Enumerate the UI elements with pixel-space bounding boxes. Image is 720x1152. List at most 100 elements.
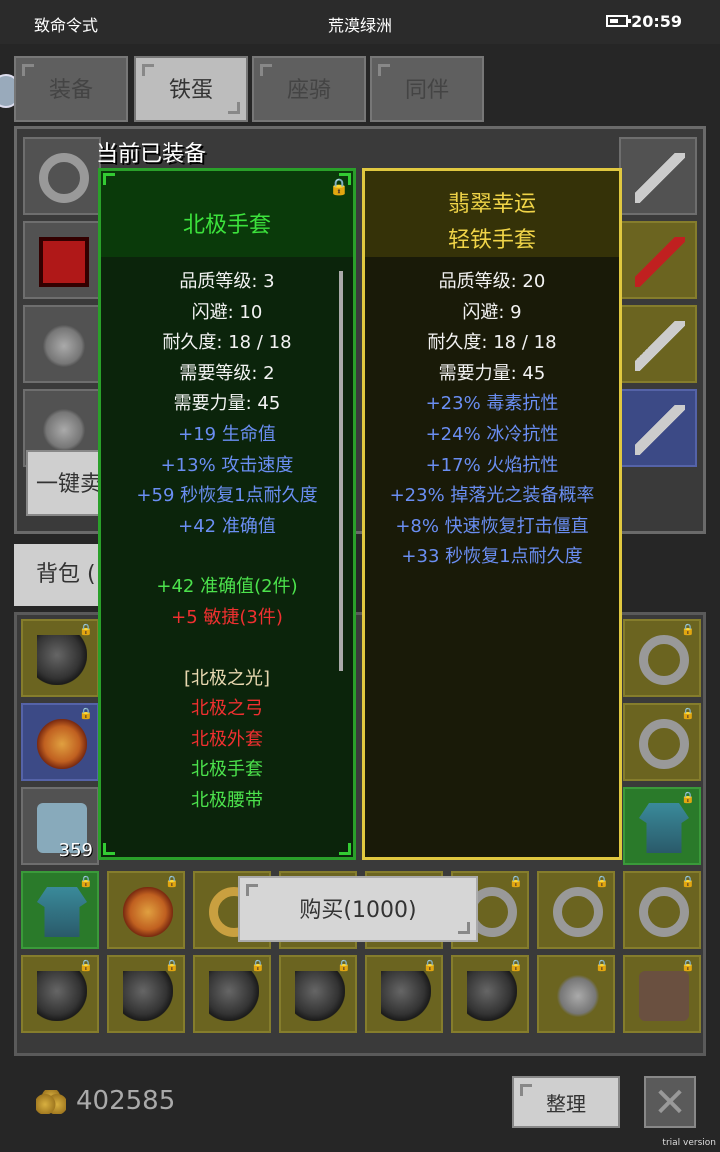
armor-icon xyxy=(37,719,87,769)
gold-amount: 402585 xyxy=(76,1086,176,1116)
equip-slot-ring[interactable] xyxy=(23,137,101,215)
chest-armor-icon xyxy=(553,971,603,1021)
item-name: 北极手套 xyxy=(101,171,353,257)
bonus-line: +19 生命值 xyxy=(178,423,276,445)
item-count: 359 xyxy=(58,840,93,861)
bag-slot[interactable]: 🔒 xyxy=(537,955,615,1033)
bag-slot[interactable]: 🔒 xyxy=(365,955,443,1033)
ring-icon xyxy=(639,887,689,937)
stat-line: 需要力量: 45 xyxy=(173,393,281,415)
lock-icon: 🔒 xyxy=(423,959,437,972)
stat-line: 需要力量: 45 xyxy=(438,362,546,384)
equip-slot-helmet[interactable] xyxy=(23,305,101,383)
stat-line: 耐久度: 18 / 18 xyxy=(162,332,292,354)
buy-button[interactable]: 购买(1000) xyxy=(238,876,478,942)
set-piece: 北极腰带 xyxy=(191,789,263,811)
shield-icon xyxy=(39,237,89,287)
lock-icon: 🔒 xyxy=(165,875,179,888)
item-name-text: 北极手套 xyxy=(182,213,271,238)
lock-icon: 🔒 xyxy=(165,959,179,972)
stat-line: 耐久度: 18 / 18 xyxy=(427,332,557,354)
tab-label: 座骑 xyxy=(286,78,331,103)
bag-slot[interactable]: 🔒 xyxy=(21,619,99,697)
set-piece: 北极之弓 xyxy=(191,698,263,720)
set-piece: 北极手套 xyxy=(191,759,263,781)
sort-label: 整理 xyxy=(546,1092,586,1116)
tab-companion[interactable]: 同伴 xyxy=(370,56,484,122)
bag-slot[interactable]: 🔒 xyxy=(623,619,701,697)
bag-slot[interactable]: 🔒 xyxy=(279,955,357,1033)
tab-mount[interactable]: 座骑 xyxy=(252,56,366,122)
bag-slot[interactable]: 🔒 xyxy=(537,871,615,949)
lock-icon: 🔒 xyxy=(681,791,695,804)
bonus-line: +23% 掉落光之装备概率 xyxy=(389,485,595,507)
bag-slot[interactable]: 🔒 xyxy=(193,955,271,1033)
set-bonus-active: +42 准确值(2件) xyxy=(156,576,298,598)
ring-icon xyxy=(639,719,689,769)
armor-icon xyxy=(123,887,173,937)
equip-slot-staff[interactable] xyxy=(619,305,697,383)
lock-icon: 🔒 xyxy=(681,959,695,972)
buy-label: 购买(1000) xyxy=(299,898,417,923)
lock-icon: 🔒 xyxy=(79,623,93,636)
ring-icon xyxy=(639,635,689,685)
tab-iron-egg[interactable]: 铁蛋 xyxy=(134,56,248,122)
glove-icon xyxy=(295,971,345,1021)
bag-slot[interactable]: 🔒 xyxy=(451,955,529,1033)
bag-slot[interactable]: 🔒 xyxy=(21,871,99,949)
bonus-line: +17% 火焰抗性 xyxy=(425,454,559,476)
bag-slot[interactable]: 🔒 xyxy=(21,955,99,1033)
battery-icon xyxy=(606,15,631,27)
status-time: 20:59 xyxy=(631,12,682,31)
set-bonus-inactive: +5 敏捷(3件) xyxy=(171,606,283,628)
equip-slot-shield[interactable] xyxy=(23,221,101,299)
item-name-line1: 翡翠幸运 xyxy=(447,192,536,217)
bag-slot[interactable]: 🔒 xyxy=(623,787,701,865)
shirt-icon xyxy=(37,887,87,937)
sort-button[interactable]: 整理 xyxy=(512,1076,620,1128)
bag-slot[interactable]: 🔒 xyxy=(107,955,185,1033)
set-name: [北极之光] xyxy=(183,667,271,689)
stat-line: 需要等级: 2 xyxy=(179,362,275,384)
lock-icon: 🔒 xyxy=(595,959,609,972)
tab-backpack[interactable]: 背包 ( xyxy=(14,544,104,606)
lock-icon: 🔒 xyxy=(595,875,609,888)
bonus-line: +33 秒恢复1点耐久度 xyxy=(401,546,583,568)
lock-icon: 🔒 xyxy=(681,875,695,888)
bag-slot[interactable]: 🔒 xyxy=(623,703,701,781)
bag-slot[interactable]: 359 xyxy=(21,787,99,865)
stat-line: 闪避: 9 xyxy=(462,301,522,323)
item-name-line2: 轻铁手套 xyxy=(447,228,536,253)
scrollbar[interactable] xyxy=(339,271,343,671)
equip-slot-red-sword[interactable] xyxy=(619,221,697,299)
glove-icon xyxy=(37,635,87,685)
lock-icon: 🔒 xyxy=(79,707,93,720)
bag-slot[interactable]: 🔒 xyxy=(623,871,701,949)
lock-icon: 🔒 xyxy=(509,875,523,888)
stat-line: 品质等级: 3 xyxy=(179,271,275,292)
bonus-line: +59 秒恢复1点耐久度 xyxy=(136,485,318,507)
helmet-icon xyxy=(39,321,89,371)
glove-icon xyxy=(467,971,517,1021)
glove-icon xyxy=(37,971,87,1021)
tab-label: 铁蛋 xyxy=(168,78,213,103)
bonus-line: +13% 攻击速度 xyxy=(160,454,294,476)
lock-icon: 🔒 xyxy=(337,959,351,972)
gold-coins-icon xyxy=(36,1090,66,1114)
equip-slot-axe[interactable] xyxy=(619,389,697,467)
bag-slot[interactable]: 🔒 xyxy=(107,871,185,949)
equip-slot-sword[interactable] xyxy=(619,137,697,215)
lock-icon: 🔒 xyxy=(509,959,523,972)
bag-slot[interactable]: 🔒 xyxy=(623,955,701,1033)
bonus-line: +23% 毒素抗性 xyxy=(425,393,559,415)
shop-item-tooltip: 翡翠幸运 轻铁手套 品质等级: 20 闪避: 9 耐久度: 18 / 18 需要… xyxy=(362,168,622,860)
bonus-line: +8% 快速恢复打击僵直 xyxy=(395,515,589,537)
stat-line: 品质等级: 20 xyxy=(438,271,546,292)
bag-slot[interactable]: 🔒 xyxy=(21,703,99,781)
lock-icon: 🔒 xyxy=(79,959,93,972)
close-icon[interactable]: ✕ xyxy=(644,1076,696,1128)
tab-label: 装备 xyxy=(48,78,93,103)
sell-all-button[interactable]: 一键卖 xyxy=(26,450,104,516)
status-bar: 致命令式 荒漠绿洲 20:59 xyxy=(0,0,720,44)
tab-equipment[interactable]: 装备 xyxy=(14,56,128,122)
